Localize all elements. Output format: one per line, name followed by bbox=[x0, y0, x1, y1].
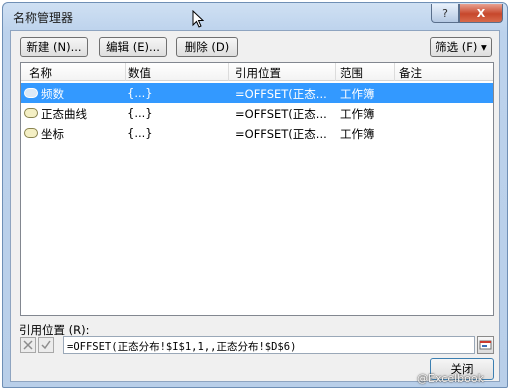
named-range-icon bbox=[24, 108, 38, 118]
row-scope: 工作簿 bbox=[340, 127, 375, 141]
window-title: 名称管理器 bbox=[13, 11, 74, 25]
checkmark-icon bbox=[41, 340, 51, 350]
row-value: {...} bbox=[127, 106, 153, 120]
collapse-dialog-button[interactable] bbox=[477, 336, 494, 354]
column-divider[interactable] bbox=[394, 63, 395, 81]
table-row[interactable]: 频数 {...} =OFFSET(正态... 工作簿 bbox=[21, 83, 493, 103]
filter-button[interactable]: 筛选 (F) ▾ bbox=[430, 37, 492, 57]
row-value: {...} bbox=[127, 86, 153, 100]
table-row[interactable]: 坐标 {...} =OFFSET(正态... 工作簿 bbox=[21, 123, 493, 143]
table-row[interactable]: 正态曲线 {...} =OFFSET(正态... 工作簿 bbox=[21, 103, 493, 123]
range-select-icon bbox=[479, 340, 492, 350]
column-header-name[interactable]: 名称 bbox=[29, 65, 52, 81]
list-header: 名称 数值 引用位置 范围 备注 bbox=[21, 63, 493, 81]
close-icon: X bbox=[476, 6, 486, 20]
refers-to-cancel-button[interactable] bbox=[20, 337, 36, 353]
name-manager-window: 名称管理器 ? X 新建 (N)... 编辑 (E)... 删除 (D) 筛选 … bbox=[2, 2, 508, 388]
row-scope: 工作簿 bbox=[340, 87, 375, 101]
column-header-value[interactable]: 数值 bbox=[128, 65, 151, 81]
refers-to-confirm-button[interactable] bbox=[38, 337, 54, 353]
column-divider[interactable] bbox=[228, 63, 229, 81]
new-button[interactable]: 新建 (N)... bbox=[20, 37, 88, 57]
names-list[interactable]: 名称 数值 引用位置 范围 备注 频数 {...} =OFFSET(正态... … bbox=[20, 62, 494, 316]
row-value: {...} bbox=[127, 126, 153, 140]
column-divider[interactable] bbox=[125, 63, 126, 81]
help-button[interactable]: ? bbox=[431, 4, 459, 23]
row-refers-to: =OFFSET(正态... bbox=[235, 87, 327, 101]
row-name: 频数 bbox=[41, 87, 64, 101]
delete-button[interactable]: 删除 (D) bbox=[176, 37, 238, 57]
column-header-scope[interactable]: 范围 bbox=[340, 65, 363, 81]
title-bar: 名称管理器 ? X bbox=[3, 3, 507, 31]
refers-to-input[interactable]: =OFFSET(正态分布!$I$1,1,,正态分布!$D$6) bbox=[63, 336, 475, 354]
column-divider[interactable] bbox=[335, 63, 336, 81]
edit-button[interactable]: 编辑 (E)... bbox=[99, 37, 167, 57]
watermark: @Excelbook bbox=[417, 372, 484, 385]
dialog-body: 新建 (N)... 编辑 (E)... 删除 (D) 筛选 (F) ▾ 名称 数… bbox=[10, 30, 500, 382]
row-refers-to: =OFFSET(正态... bbox=[235, 127, 327, 141]
cancel-x-icon bbox=[23, 340, 33, 350]
column-header-refers-to[interactable]: 引用位置 bbox=[235, 65, 281, 81]
window-close-button[interactable]: X bbox=[459, 4, 503, 23]
help-icon: ? bbox=[442, 6, 448, 20]
row-name: 坐标 bbox=[41, 127, 64, 141]
row-name: 正态曲线 bbox=[41, 107, 87, 121]
named-range-icon bbox=[24, 128, 38, 138]
mouse-cursor-icon bbox=[192, 10, 204, 28]
column-header-comment[interactable]: 备注 bbox=[399, 65, 422, 81]
row-refers-to: =OFFSET(正态... bbox=[235, 107, 327, 121]
named-range-icon bbox=[24, 88, 38, 98]
row-scope: 工作簿 bbox=[340, 107, 375, 121]
